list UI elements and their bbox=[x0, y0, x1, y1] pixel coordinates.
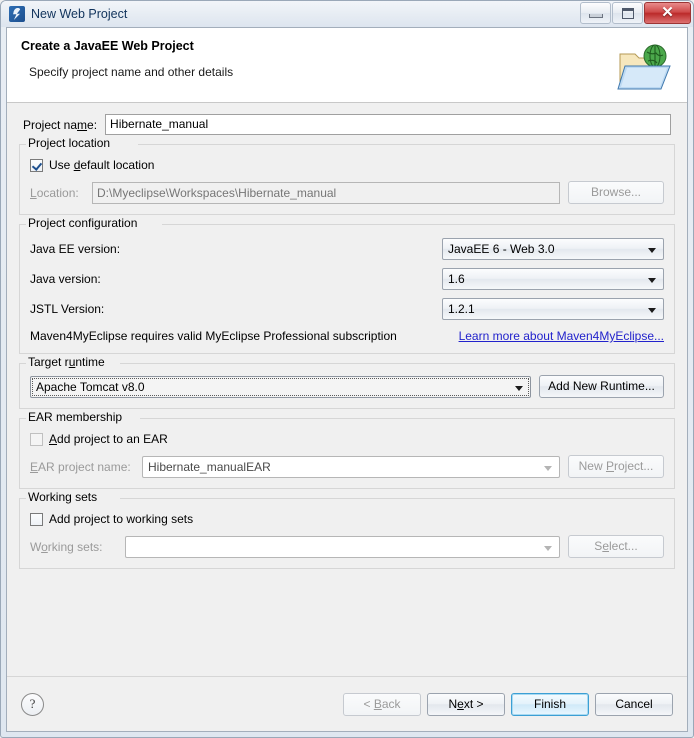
jstl-version-row: JSTL Version: 1.2.1 bbox=[30, 298, 664, 320]
focus-ring bbox=[32, 377, 529, 396]
location-label: Location: bbox=[30, 185, 79, 200]
maven-note-row: Maven4MyEclipse requires valid MyEclipse… bbox=[30, 329, 664, 343]
chevron-down-icon bbox=[648, 278, 656, 283]
location-input: D:\Myeclipse\Workspaces\Hibernate_manual bbox=[92, 181, 560, 204]
cancel-button[interactable]: Cancel bbox=[595, 692, 673, 716]
add-project-to-working-sets-label: Add project to working sets bbox=[49, 512, 194, 526]
project-location-group: Project location Use default location Lo… bbox=[19, 136, 675, 215]
project-configuration-group: Project configuration Java EE version: J… bbox=[19, 216, 675, 354]
working-sets-row: Working sets: Select... bbox=[30, 535, 664, 558]
javaee-version-select[interactable]: JavaEE 6 - Web 3.0 bbox=[442, 238, 664, 260]
add-new-runtime-button[interactable]: Add New Runtime... bbox=[539, 375, 664, 398]
myeclipse-icon bbox=[9, 6, 25, 22]
target-runtime-select[interactable]: Apache Tomcat v8.0 bbox=[30, 375, 531, 398]
use-default-location-checkbox[interactable] bbox=[30, 158, 43, 172]
jstl-version-label: JSTL Version: bbox=[30, 302, 105, 316]
maven-learn-more-link[interactable]: Learn more about Maven4MyEclipse... bbox=[459, 329, 664, 343]
wizard-header: Create a JavaEE Web Project Specify proj… bbox=[7, 28, 687, 103]
ear-membership-group: EAR membership Add project to an EAR EAR… bbox=[19, 410, 675, 489]
back-button: < Back bbox=[343, 692, 421, 716]
window-controls: ✕ bbox=[579, 2, 691, 24]
javaee-version-row: Java EE version: JavaEE 6 - Web 3.0 bbox=[30, 238, 664, 260]
new-project-button: New Project... bbox=[568, 455, 664, 478]
java-version-label: Java version: bbox=[30, 272, 101, 286]
chevron-down-icon bbox=[544, 545, 552, 551]
ear-project-name-select: Hibernate_manualEAR bbox=[142, 455, 560, 478]
project-name-input[interactable]: Hibernate_manual bbox=[105, 114, 671, 135]
target-runtime-group-title: Target runtime bbox=[26, 355, 109, 369]
wizard-content: Project name: Hibernate_manual Project l… bbox=[7, 103, 687, 676]
minimize-icon bbox=[589, 14, 603, 18]
project-name-label: Project name: bbox=[23, 117, 98, 132]
location-row: Location: D:\Myeclipse\Workspaces\Hibern… bbox=[30, 181, 664, 204]
jstl-version-value: 1.2.1 bbox=[448, 302, 475, 316]
add-to-working-sets-row: Add project to working sets bbox=[30, 512, 664, 526]
javaee-version-value: JavaEE 6 - Web 3.0 bbox=[448, 242, 555, 256]
dialog-footer: ? < Back Next > Finish Cancel bbox=[7, 676, 687, 731]
chevron-down-icon bbox=[544, 465, 552, 471]
add-project-to-ear-label: Add project to an EAR bbox=[49, 432, 168, 446]
close-icon: ✕ bbox=[661, 5, 674, 21]
add-project-to-ear-checkbox bbox=[30, 432, 43, 446]
dialog-window: New Web Project ✕ Create a JavaEE Web Pr… bbox=[0, 0, 694, 738]
jstl-version-select[interactable]: 1.2.1 bbox=[442, 298, 664, 320]
browse-button: Browse... bbox=[568, 181, 664, 204]
use-default-location-label: Use default location bbox=[49, 158, 155, 172]
ear-project-name-row: EAR project name: Hibernate_manualEAR Ne… bbox=[30, 455, 664, 478]
use-default-location-row: Use default location bbox=[30, 158, 664, 172]
close-button[interactable]: ✕ bbox=[644, 2, 691, 24]
footer-buttons: < Back Next > Finish Cancel bbox=[343, 692, 673, 716]
page-title: Create a JavaEE Web Project bbox=[21, 39, 194, 53]
finish-button[interactable]: Finish bbox=[511, 692, 589, 716]
working-sets-select bbox=[125, 535, 560, 558]
add-project-to-working-sets-checkbox[interactable] bbox=[30, 512, 43, 526]
web-project-folder-globe-icon bbox=[617, 44, 671, 90]
chevron-down-icon bbox=[515, 385, 523, 391]
java-version-select[interactable]: 1.6 bbox=[442, 268, 664, 290]
working-sets-label: Working sets: bbox=[30, 539, 103, 554]
project-configuration-group-title: Project configuration bbox=[26, 216, 142, 230]
java-version-row: Java version: 1.6 bbox=[30, 268, 664, 290]
working-sets-group-title: Working sets bbox=[26, 490, 102, 504]
ear-project-name-value: Hibernate_manualEAR bbox=[148, 459, 271, 474]
window-title: New Web Project bbox=[31, 7, 128, 21]
minimize-button[interactable] bbox=[580, 2, 611, 24]
page-subtitle: Specify project name and other details bbox=[29, 65, 234, 79]
title-bar: New Web Project ✕ bbox=[1, 1, 693, 27]
chevron-down-icon bbox=[648, 248, 656, 253]
next-button[interactable]: Next > bbox=[427, 692, 505, 716]
target-runtime-group: Target runtime Apache Tomcat v8.0 Add Ne… bbox=[19, 355, 675, 409]
java-version-value: 1.6 bbox=[448, 272, 465, 286]
project-location-group-title: Project location bbox=[26, 136, 115, 150]
maximize-button[interactable] bbox=[612, 2, 643, 24]
select-working-sets-button: Select... bbox=[568, 535, 664, 558]
chevron-down-icon bbox=[648, 308, 656, 313]
project-name-row: Project name: Hibernate_manual bbox=[19, 114, 675, 135]
ear-membership-group-title: EAR membership bbox=[26, 410, 127, 424]
dialog-body: Create a JavaEE Web Project Specify proj… bbox=[6, 27, 688, 732]
maven-note-label: Maven4MyEclipse requires valid MyEclipse… bbox=[30, 329, 397, 343]
working-sets-group: Working sets Add project to working sets… bbox=[19, 490, 675, 569]
ear-project-name-label: EAR project name: bbox=[30, 459, 131, 474]
javaee-version-label: Java EE version: bbox=[30, 242, 121, 256]
maximize-icon bbox=[622, 8, 634, 19]
add-to-ear-row: Add project to an EAR bbox=[30, 432, 664, 446]
help-icon[interactable]: ? bbox=[21, 692, 44, 716]
target-runtime-row: Apache Tomcat v8.0 Add New Runtime... bbox=[30, 375, 664, 398]
